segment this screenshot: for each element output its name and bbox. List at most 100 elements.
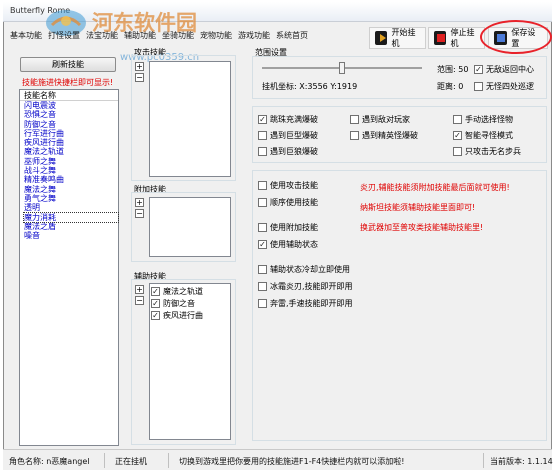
extra-skill-list[interactable] bbox=[149, 197, 231, 257]
status-state: 正在挂机 bbox=[115, 457, 147, 466]
skill-list-item[interactable]: 魔法之轨道 bbox=[24, 147, 118, 156]
assist-items: ✓ 魔法之轨道 ✓ 防御之音 ✓ 疾风进行曲 bbox=[150, 284, 230, 324]
skills-header: 技能名称 bbox=[20, 90, 118, 101]
skill-list-item[interactable]: 精准奏鸣曲 bbox=[24, 175, 118, 184]
range-readout: 范围: 50 bbox=[437, 65, 469, 74]
option-checkbox-label: 手动选择怪物 bbox=[465, 115, 513, 124]
option-checkbox[interactable]: 手动选择怪物 bbox=[453, 114, 521, 125]
skill-list-item[interactable]: 巫师之舞 bbox=[24, 157, 118, 166]
assist-skill-checkbox-label: 疾风进行曲 bbox=[163, 311, 203, 320]
return-center-checkbox[interactable]: ✓ 无敌返回中心 bbox=[474, 64, 534, 75]
patrol-box bbox=[474, 82, 483, 91]
attack-option-checkbox-label: 顺序使用技能 bbox=[270, 198, 318, 207]
attack-option-checkbox-box bbox=[258, 265, 267, 274]
attack-option-checkbox[interactable]: 奔雷,手速技能即开即用 bbox=[258, 298, 353, 309]
status-hint: 切换到游戏里把你要用的技能施进F1-F4快捷栏内就可以添加啦! bbox=[179, 457, 405, 466]
assist-skill-checkbox[interactable]: ✓ 疾风进行曲 bbox=[151, 310, 229, 321]
attack-option-checkbox[interactable]: 使用攻击技能 bbox=[258, 180, 353, 191]
assist-skill-checkbox-label: 魔法之轨道 bbox=[163, 287, 203, 296]
option-checkbox[interactable]: 遇到巨狼爆破 bbox=[258, 146, 318, 157]
attack-option-checkbox-label: 使用附加技能 bbox=[270, 223, 318, 232]
skill-list-item[interactable]: 闪电震波 bbox=[24, 101, 118, 110]
status-bar: 角色名称: n恶魔angel 正在挂机 切换到游戏里把你要用的技能施进F1-F4… bbox=[3, 449, 553, 470]
skill-list-item[interactable]: 战斗之舞 bbox=[24, 166, 118, 175]
skill-list-item[interactable]: 行军进行曲 bbox=[24, 129, 118, 138]
stop-icon bbox=[434, 31, 447, 45]
skill-list-item[interactable]: 勇气之舞 bbox=[24, 194, 118, 203]
attack-option-checkbox[interactable]: ✓ 使用辅助状态 bbox=[258, 239, 353, 250]
status-character: 角色名称: n恶魔angel bbox=[9, 457, 90, 466]
skill-list-item[interactable]: 噪音 bbox=[24, 231, 118, 240]
skill-list-item[interactable]: 防御之音 bbox=[24, 120, 118, 129]
option-checkbox-box bbox=[453, 115, 462, 124]
assist-skill-checkbox[interactable]: ✓ 防御之音 bbox=[151, 298, 229, 309]
menu-item[interactable]: 基本功能 bbox=[8, 30, 44, 42]
refresh-skills-button[interactable]: 刷新技能 bbox=[20, 57, 116, 72]
start-hangup-button[interactable]: 开始挂机 bbox=[369, 27, 426, 49]
menu-item[interactable]: 法宝功能 bbox=[84, 30, 120, 42]
options-column-b: 遇到敌对玩家 遇到精英怪爆破 bbox=[350, 114, 418, 146]
option-checkbox[interactable]: ✓ 智能寻怪模式 bbox=[453, 130, 521, 141]
menu-item[interactable]: 游戏功能 bbox=[236, 30, 272, 42]
assist-collapse-button[interactable]: − bbox=[135, 296, 144, 305]
assist-skill-list[interactable]: ✓ 魔法之轨道 ✓ 防御之音 ✓ 疾风进行曲 bbox=[149, 283, 231, 440]
attack-option-checkbox-box bbox=[258, 181, 267, 190]
option-checkbox[interactable]: ✓ 跳珠充满爆破 bbox=[258, 114, 318, 125]
option-checkbox[interactable]: 遇到敌对玩家 bbox=[350, 114, 418, 125]
option-checkbox-label: 智能寻怪模式 bbox=[465, 131, 513, 140]
patrol-label: 无怪四处巡逻 bbox=[486, 82, 534, 91]
slider-thumb[interactable] bbox=[339, 62, 345, 74]
option-checkbox-box bbox=[258, 131, 267, 140]
option-checkbox-box: ✓ bbox=[258, 114, 267, 124]
attack-skill-list[interactable] bbox=[149, 61, 231, 177]
assist-skill-checkbox-box: ✓ bbox=[151, 310, 160, 320]
attack-option-checkbox[interactable]: 冰霜炎刃,技能即开即用 bbox=[258, 281, 353, 292]
menu-item[interactable]: 系统首页 bbox=[274, 30, 310, 42]
note-line: 炎刃,辅能技能须附加技能最后面就可使用! bbox=[360, 183, 510, 192]
option-checkbox-box: ✓ bbox=[453, 130, 462, 140]
menu-item[interactable]: 打怪设置 bbox=[46, 30, 82, 42]
attack-option-checkbox[interactable]: 使用附加技能 bbox=[258, 222, 353, 233]
attack-option-checkbox-box bbox=[258, 198, 267, 207]
skills-list[interactable]: 技能名称 闪电震波 恐惧之音 防御之音 行军进行曲 疾风进行曲 魔法之轨道 巫师之舞 战斗之舞… bbox=[19, 89, 119, 446]
option-checkbox[interactable]: 遇到巨型爆破 bbox=[258, 130, 318, 141]
skill-list-item[interactable]: 恐惧之音 bbox=[24, 110, 118, 119]
extra-collapse-button[interactable]: − bbox=[135, 209, 144, 218]
option-checkbox-box bbox=[350, 131, 359, 140]
option-checkbox[interactable]: 遇到精英怪爆破 bbox=[350, 130, 418, 141]
option-checkbox-label: 遇到巨型爆破 bbox=[270, 131, 318, 140]
assist-skill-checkbox[interactable]: ✓ 魔法之轨道 bbox=[151, 286, 229, 297]
menu-item[interactable]: 宠物功能 bbox=[198, 30, 234, 42]
option-checkbox-label: 遇到精英怪爆破 bbox=[362, 131, 418, 140]
option-checkbox-label: 遇到敌对玩家 bbox=[362, 115, 410, 124]
attack-expand-button[interactable]: + bbox=[135, 62, 144, 71]
attack-option-checkbox-box bbox=[258, 223, 267, 232]
options-column-a: ✓ 跳珠充满爆破遇到巨型爆破 遇到巨狼爆破 bbox=[258, 114, 318, 162]
attack-option-checkbox-label: 使用辅助状态 bbox=[270, 240, 318, 249]
patrol-checkbox[interactable]: 无怪四处巡逻 bbox=[474, 81, 534, 92]
range-slider[interactable] bbox=[262, 62, 422, 74]
note-line: 换武器加至普攻类技能辅助技能里! bbox=[360, 223, 484, 232]
assist-skill-checkbox-box: ✓ bbox=[151, 298, 160, 308]
option-checkbox[interactable]: 只攻击无名步兵 bbox=[453, 146, 521, 157]
menu-item[interactable]: 坐骑功能 bbox=[160, 30, 196, 42]
attack-option-checkbox[interactable]: 辅助状态冷却立即使用 bbox=[258, 264, 353, 275]
highlight-ellipse bbox=[480, 20, 552, 54]
skills-items: 闪电震波 恐惧之音 防御之音 行军进行曲 疾风进行曲 魔法之轨道 巫师之舞 战斗之舞 精准奏鸣曲… bbox=[20, 101, 119, 240]
option-checkbox-label: 遇到巨狼爆破 bbox=[270, 147, 318, 156]
extra-expand-button[interactable]: + bbox=[135, 198, 144, 207]
option-checkbox-box bbox=[258, 147, 267, 156]
return-center-box: ✓ bbox=[474, 64, 483, 74]
attack-collapse-button[interactable]: − bbox=[135, 73, 144, 82]
skill-list-item[interactable]: 透明 bbox=[24, 203, 118, 212]
attack-option-checkbox[interactable]: 顺序使用技能 bbox=[258, 197, 353, 208]
option-checkbox-label: 只攻击无名步兵 bbox=[465, 147, 521, 156]
coord-readout: 挂机坐标: X:3556 Y:1919 bbox=[262, 82, 358, 91]
skill-list-item[interactable]: 魔法之舞 bbox=[24, 185, 118, 194]
menu-item[interactable]: 辅助功能 bbox=[122, 30, 158, 42]
stop-hangup-button[interactable]: 停止挂机 bbox=[428, 27, 485, 49]
skill-list-item[interactable]: 魔法之盾 bbox=[24, 222, 118, 231]
skill-list-item[interactable]: 魔力消耗 bbox=[23, 211, 119, 223]
distance-readout: 距离: 0 bbox=[437, 82, 464, 91]
assist-expand-button[interactable]: + bbox=[135, 285, 144, 294]
